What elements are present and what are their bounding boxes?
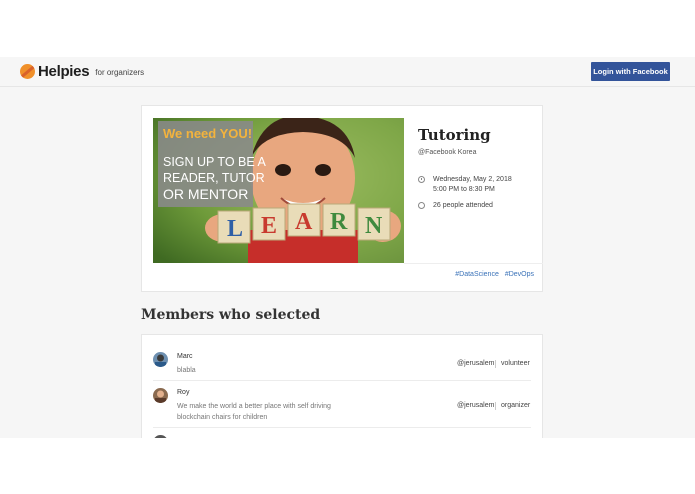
image-headline: We need YOU! [163,126,252,141]
event-attended: 26 people attended [433,202,493,209]
block-letter-a: A [295,209,313,235]
top-navbar: Helpies for organizers Login with Facebo… [0,57,695,87]
tag-datascience[interactable]: #DataScience [455,271,499,278]
member-separator [495,360,496,368]
members-list: Marc blabla @jerusalem volunteer Roy We … [141,334,543,438]
member-description: blabla [177,367,196,374]
event-attendance-row: 26 people attended [418,201,538,211]
block-letter-n: N [365,213,383,239]
event-illustration: We need YOU! SIGN UP TO BE A READER, TUT… [153,118,404,263]
event-title: Tutoring [418,126,491,144]
member-role: organizer [501,402,531,409]
member-location: @jerusalem [457,360,495,367]
clock-icon [418,176,425,183]
member-separator [495,402,496,410]
member-location: @jerusalem [457,402,495,409]
image-line-1: SIGN UP TO BE A [163,155,266,169]
block-letter-r: R [330,209,348,235]
members-section-title: Members who selected [141,307,321,323]
member-row[interactable]: Roy We make the world a better place wit… [153,382,531,428]
event-divider [404,263,543,264]
block-letter-e: E [261,213,277,239]
member-name: Marc [177,353,193,360]
event-details: Tutoring @Facebook Korea Wednesday, May … [418,126,538,211]
member-description: We make the world a better place with se… [177,403,331,421]
helpies-logo-icon [20,64,35,79]
image-line-3: OR MENTOR [163,186,248,202]
event-date-row: Wednesday, May 2, 2018 5:00 PM to 8:30 P… [418,175,538,195]
member-row[interactable]: Marc blabla @jerusalem volunteer [153,347,531,381]
event-card: We need YOU! SIGN UP TO BE A READER, TUT… [141,105,543,292]
event-date: Wednesday, May 2, 2018 [433,176,512,183]
block-letter-l: L [227,216,243,242]
brand-subtitle: for organizers [95,68,145,77]
avatar [153,435,168,438]
login-with-facebook-button[interactable]: Login with Facebook [591,62,670,81]
avatar [153,388,168,403]
attendance-icon [418,202,425,209]
event-organizer[interactable]: @Facebook Korea [418,149,538,156]
avatar [153,352,168,367]
event-tags: #DataScience #DevOps [451,271,534,278]
event-image: We need YOU! SIGN UP TO BE A READER, TUT… [153,118,404,263]
brand-name: Helpies [38,63,90,80]
brand-logo[interactable]: Helpies for organizers [20,63,144,80]
member-name: Roy [177,389,190,396]
member-role: volunteer [501,360,530,367]
tag-devops[interactable]: #DevOps [505,271,534,278]
event-time: 5:00 PM to 8:30 PM [433,186,495,193]
app-window: Helpies for organizers Login with Facebo… [0,57,695,438]
image-line-2: READER, TUTOR [163,171,265,185]
